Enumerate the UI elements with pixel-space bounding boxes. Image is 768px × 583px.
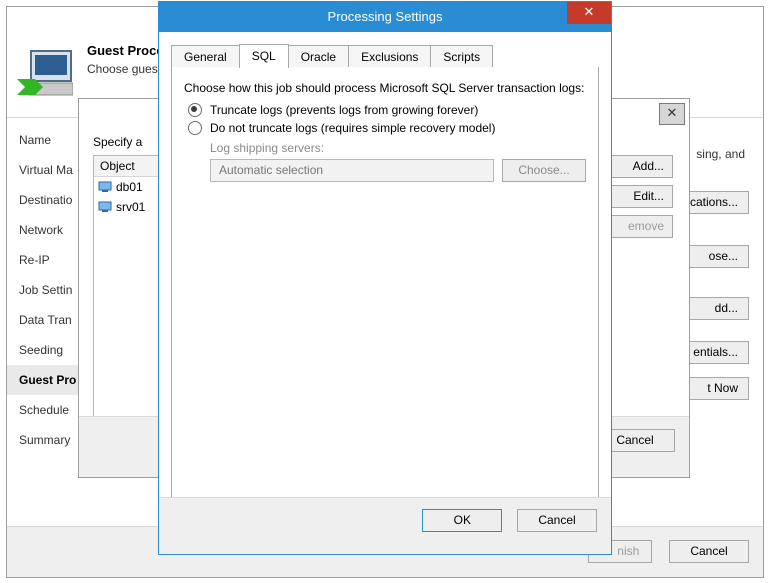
sql-lead-text: Choose how this job should process Micro… xyxy=(184,81,586,95)
tab-oracle[interactable]: Oracle xyxy=(288,45,349,68)
radio-truncate-label: Truncate logs (prevents logs from growin… xyxy=(210,103,478,117)
dialog-title: Processing Settings xyxy=(159,2,611,32)
radio-no-truncate[interactable]: Do not truncate logs (requires simple re… xyxy=(184,121,586,135)
radio-truncate[interactable]: Truncate logs (prevents logs from growin… xyxy=(184,103,586,117)
dialog-footer: OK Cancel xyxy=(159,497,611,554)
log-shipping-field: Automatic selection xyxy=(210,159,494,182)
list-item[interactable]: db01 xyxy=(94,177,162,197)
log-shipping-label: Log shipping servers: xyxy=(210,141,586,155)
cancel-button[interactable]: Cancel xyxy=(669,540,749,563)
processing-settings-dialog: Processing Settings ✕ GeneralSQLOracleEx… xyxy=(158,1,612,555)
ok-button[interactable]: OK xyxy=(422,509,502,532)
tab-scripts[interactable]: Scripts xyxy=(430,45,493,68)
tab-sql[interactable]: SQL xyxy=(239,44,289,68)
vm-icon xyxy=(98,201,112,213)
tab-bar: GeneralSQLOracleExclusionsScripts xyxy=(171,44,599,68)
close-icon[interactable]: ✕ xyxy=(659,103,685,125)
wizard-subtitle: Choose gues xyxy=(87,62,158,76)
tab-exclusions[interactable]: Exclusions xyxy=(348,45,431,68)
vm-icon xyxy=(98,181,112,193)
radio-dot-icon xyxy=(188,121,202,135)
radio-no-truncate-label: Do not truncate logs (requires simple re… xyxy=(210,121,495,135)
sql-tab-pane: Choose how this job should process Micro… xyxy=(171,67,599,502)
radio-dot-icon xyxy=(188,103,202,117)
cancel-button[interactable]: Cancel xyxy=(517,509,597,532)
wizard-title: Guest Proce xyxy=(87,43,164,58)
object-list-header: Object xyxy=(94,156,162,177)
guest-processing-icon xyxy=(17,49,73,103)
close-icon[interactable]: ✕ xyxy=(567,2,611,24)
right-text-fragment: sing, and xyxy=(696,147,745,161)
tab-general[interactable]: General xyxy=(171,45,240,68)
choose-button[interactable]: Choose... xyxy=(502,159,586,182)
list-item[interactable]: srv01 xyxy=(94,197,162,217)
